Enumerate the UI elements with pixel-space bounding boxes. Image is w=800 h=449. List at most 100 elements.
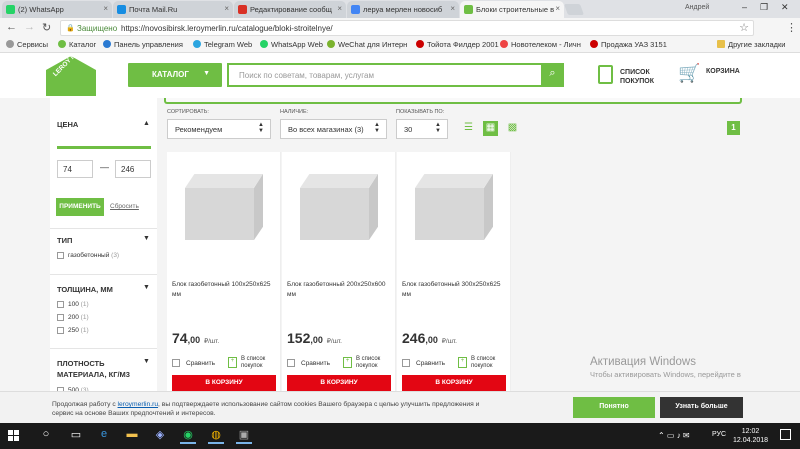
chevron-down-icon[interactable]: ▼	[143, 358, 150, 365]
per-page-select[interactable]: 30 ▲ ▼	[396, 119, 448, 139]
add-to-list-icon[interactable]: +	[228, 357, 237, 368]
chevron-up-icon[interactable]: ▲	[143, 120, 150, 127]
cart-link[interactable]: 🛒 КОРЗИНА	[678, 63, 758, 89]
app-icon[interactable]: ▣	[236, 428, 252, 444]
close-icon[interactable]: ×	[450, 4, 455, 13]
cookie-more-button[interactable]: Узнать больше	[660, 397, 743, 418]
other-bookmarks[interactable]: Другие закладки	[717, 40, 785, 49]
tab-whatsapp[interactable]: (2) WhatsApp ×	[2, 1, 112, 18]
add-to-list-label[interactable]: В список покупок	[241, 356, 279, 370]
search-icon[interactable]: ○	[38, 428, 54, 444]
availability-select[interactable]: Во всех магазинах (3) ▲ ▼	[280, 119, 387, 139]
page-number[interactable]: 1	[727, 121, 740, 135]
forward-icon[interactable]: →	[24, 21, 35, 33]
bookmark-services[interactable]: Сервисы	[6, 40, 48, 49]
grid-small-view-icon[interactable]: ▦	[483, 121, 498, 136]
explorer-icon[interactable]: ▬	[124, 428, 140, 444]
add-to-list-icon[interactable]: +	[458, 357, 467, 368]
type-checkbox[interactable]	[57, 252, 64, 259]
close-icon[interactable]: ×	[555, 4, 560, 13]
cookie-banner: Продолжая работу с leroymerlin.ru, вы по…	[0, 391, 800, 423]
bookmark-catalog[interactable]: Каталог	[58, 40, 96, 49]
bookmark-whatsapp[interactable]: WhatsApp Web	[260, 40, 323, 49]
bookmark-telegram[interactable]: Telegram Web	[193, 40, 252, 49]
product-image[interactable]	[300, 174, 378, 244]
thickness-option-label: 200 (1)	[68, 314, 89, 321]
add-to-cart-button[interactable]: В КОРЗИНУ	[172, 375, 276, 391]
add-to-list-label[interactable]: В список покупок	[356, 356, 394, 370]
add-to-list-label[interactable]: В список покупок	[471, 356, 509, 370]
product-card[interactable]: Блок газобетонный 100x250x625 мм 74,00 ₽…	[167, 152, 281, 415]
app-icon[interactable]: ◈	[152, 428, 168, 444]
whatsapp-icon[interactable]: ◉	[180, 428, 196, 444]
sort-select[interactable]: Рекомендуем ▲ ▼	[167, 119, 271, 139]
add-to-cart-button[interactable]: В КОРЗИНУ	[402, 375, 506, 391]
price-slider[interactable]	[57, 146, 151, 149]
cookie-accept-button[interactable]: Понятно	[573, 397, 655, 418]
url-input[interactable]: 🔒 Защищено https://novosibirsk.leroymerl…	[60, 20, 754, 36]
minimize-icon[interactable]: –	[742, 2, 747, 12]
reset-filter-link[interactable]: Сбросить	[110, 203, 139, 210]
back-icon[interactable]: ←	[6, 21, 17, 33]
add-to-list-icon[interactable]: +	[343, 357, 352, 368]
thickness-checkbox[interactable]	[57, 327, 64, 334]
compare-checkbox[interactable]	[402, 359, 410, 367]
grid-large-view-icon[interactable]: ▩	[505, 121, 520, 136]
tab-search[interactable]: леруа мерлен новосиб ×	[347, 1, 459, 18]
profile-name[interactable]: Андрей	[685, 4, 709, 11]
bookmark-uaz[interactable]: Продажа УАЗ 3151	[590, 40, 667, 49]
product-title[interactable]: Блок газобетонный 300x250x625 мм	[402, 280, 502, 300]
reload-icon[interactable]: ↻	[42, 21, 51, 34]
windows-start-icon[interactable]	[8, 430, 20, 442]
product-card[interactable]: Блок газобетонный 300x250x625 мм 246,00 …	[397, 152, 511, 415]
window-close-icon[interactable]: ✕	[781, 2, 789, 13]
cookie-site-link[interactable]: leroymerlin.ru	[118, 401, 159, 408]
clock[interactable]: 12:02 12.04.2018	[733, 427, 768, 445]
notifications-icon[interactable]	[780, 429, 791, 440]
apply-filter-button[interactable]: ПРИМЕНИТЬ	[56, 198, 104, 216]
product-card[interactable]: Блок газобетонный 200x250x600 мм 152,00 …	[282, 152, 396, 415]
apps-icon	[6, 40, 14, 48]
restore-icon[interactable]: ❐	[760, 2, 768, 13]
menu-icon[interactable]: ⋮	[786, 21, 797, 34]
shopping-list-link[interactable]: СПИСОК ПОКУПОК	[598, 65, 668, 89]
search-input[interactable]: Поиск по советам, товарам, услугам	[227, 63, 543, 87]
bookmark-panel[interactable]: Панель управления	[103, 40, 183, 49]
edge-icon[interactable]: e	[96, 428, 112, 444]
tab-bloki[interactable]: Блоки строительные в ×	[460, 1, 564, 18]
tab-mail[interactable]: Почта Mail.Ru ×	[113, 1, 233, 18]
url-text[interactable]: https://novosibirsk.leroymerlin.ru/catal…	[121, 24, 333, 33]
compare-checkbox[interactable]	[287, 359, 295, 367]
tab-edit-message[interactable]: Редактирование сообщ ×	[234, 1, 346, 18]
bookmark-toyota[interactable]: Тойота Филдер 2001	[416, 40, 499, 49]
bookmark-star-icon[interactable]: ☆	[739, 21, 749, 34]
thickness-checkbox[interactable]	[57, 314, 64, 321]
product-image[interactable]	[185, 174, 263, 244]
search-icon: ⌕	[549, 67, 556, 79]
chevron-down-icon[interactable]: ▼	[143, 284, 150, 291]
chevron-down-icon[interactable]: ▼	[143, 235, 150, 242]
close-icon[interactable]: ×	[337, 4, 342, 13]
task-view-icon[interactable]: ▭	[68, 428, 84, 444]
system-tray-icons[interactable]: ⌃ ▭ ♪ ✉	[658, 431, 690, 440]
close-icon[interactable]: ×	[103, 4, 108, 13]
language-indicator[interactable]: РУС	[712, 431, 726, 438]
bookmark-wechat[interactable]: WeChat для Интерн	[327, 40, 407, 49]
thickness-checkbox[interactable]	[57, 301, 64, 308]
product-image[interactable]	[415, 174, 493, 244]
site-header: LEROY MERLIN КАТАЛОГ▼ Поиск по советам, …	[0, 53, 800, 98]
product-title[interactable]: Блок газобетонный 200x250x600 мм	[287, 280, 387, 300]
bookmark-novotelecom[interactable]: Новотелеком - Личн	[500, 40, 581, 49]
chrome-icon[interactable]: ◍	[208, 428, 224, 444]
catalog-button[interactable]: КАТАЛОГ ▼	[128, 63, 222, 87]
product-title[interactable]: Блок газобетонный 100x250x625 мм	[172, 280, 272, 300]
search-button[interactable]: ⌕	[541, 63, 564, 87]
close-icon[interactable]: ×	[224, 4, 229, 13]
compare-label: Сравнить	[186, 360, 215, 367]
new-tab-button[interactable]	[563, 4, 585, 15]
compare-checkbox[interactable]	[172, 359, 180, 367]
price-min-input[interactable]: 74	[57, 160, 93, 178]
add-to-cart-button[interactable]: В КОРЗИНУ	[287, 375, 391, 391]
list-view-icon[interactable]: ☰	[461, 121, 476, 136]
price-max-input[interactable]: 246	[115, 160, 151, 178]
